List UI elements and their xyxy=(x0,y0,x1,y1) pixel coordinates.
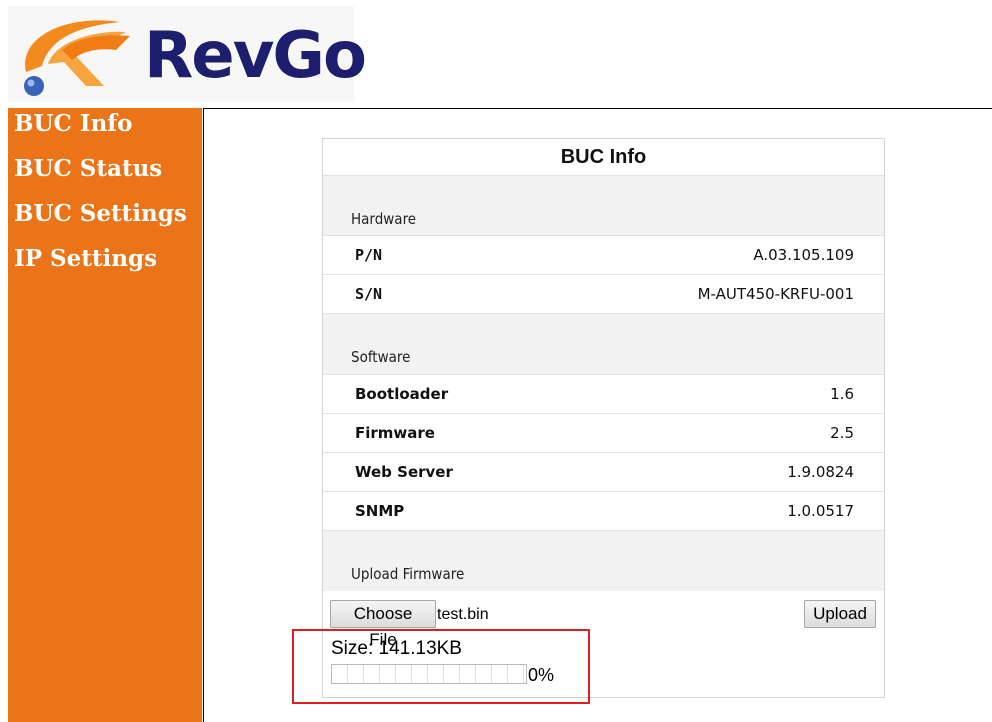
table-row: S/N M-AUT450-KRFU-001 xyxy=(323,274,884,313)
choose-file-button[interactable]: Choose File xyxy=(330,600,436,649)
sidebar-nav: BUC Info BUC Status BUC Settings IP Sett… xyxy=(8,108,202,722)
revgo-logo: RevGo xyxy=(8,6,367,102)
table-row: Firmware 2.5 xyxy=(323,413,884,452)
nav-item-ip-settings[interactable]: IP Settings xyxy=(14,245,157,273)
section-heading-upload-firmware: Upload Firmware xyxy=(351,565,465,583)
table-row: Bootloader 1.6 xyxy=(323,374,884,413)
nav-item-buc-info[interactable]: BUC Info xyxy=(14,110,133,138)
row-value-sn: M-AUT450-KRFU-001 xyxy=(697,285,854,303)
section-hardware: Hardware xyxy=(323,175,884,236)
row-label-web-server: Web Server xyxy=(355,463,453,481)
section-upload-firmware: Upload Firmware xyxy=(323,530,884,591)
nav-item-buc-status[interactable]: BUC Status xyxy=(14,155,162,183)
row-value-snmp: 1.0.0517 xyxy=(787,502,854,520)
row-value-pn: A.03.105.109 xyxy=(753,246,854,264)
section-software: Software xyxy=(323,313,884,374)
row-label-firmware: Firmware xyxy=(355,424,435,442)
row-label-pn: P/N xyxy=(355,246,383,264)
selected-file-name: test.bin xyxy=(437,606,489,623)
table-row: P/N A.03.105.109 xyxy=(323,235,884,274)
row-label-snmp: SNMP xyxy=(355,502,405,520)
table-row: Web Server 1.9.0824 xyxy=(323,452,884,491)
section-heading-hardware: Hardware xyxy=(351,210,417,228)
upload-button[interactable]: Upload xyxy=(804,600,876,628)
row-label-sn: S/N xyxy=(355,285,383,303)
row-value-firmware: 2.5 xyxy=(830,424,854,442)
row-label-bootloader: Bootloader xyxy=(355,385,449,403)
table-row: SNMP 1.0.0517 xyxy=(323,491,884,530)
section-heading-software: Software xyxy=(351,348,411,366)
logo-wordmark: RevGo xyxy=(144,19,367,93)
row-value-bootloader: 1.6 xyxy=(830,385,854,403)
highlight-annotation-box xyxy=(292,629,590,704)
row-value-web-server: 1.9.0824 xyxy=(787,463,854,481)
nav-item-buc-settings[interactable]: BUC Settings xyxy=(14,200,187,228)
revgo-logo-icon xyxy=(24,20,130,96)
panel-title: BUC Info xyxy=(560,146,647,168)
